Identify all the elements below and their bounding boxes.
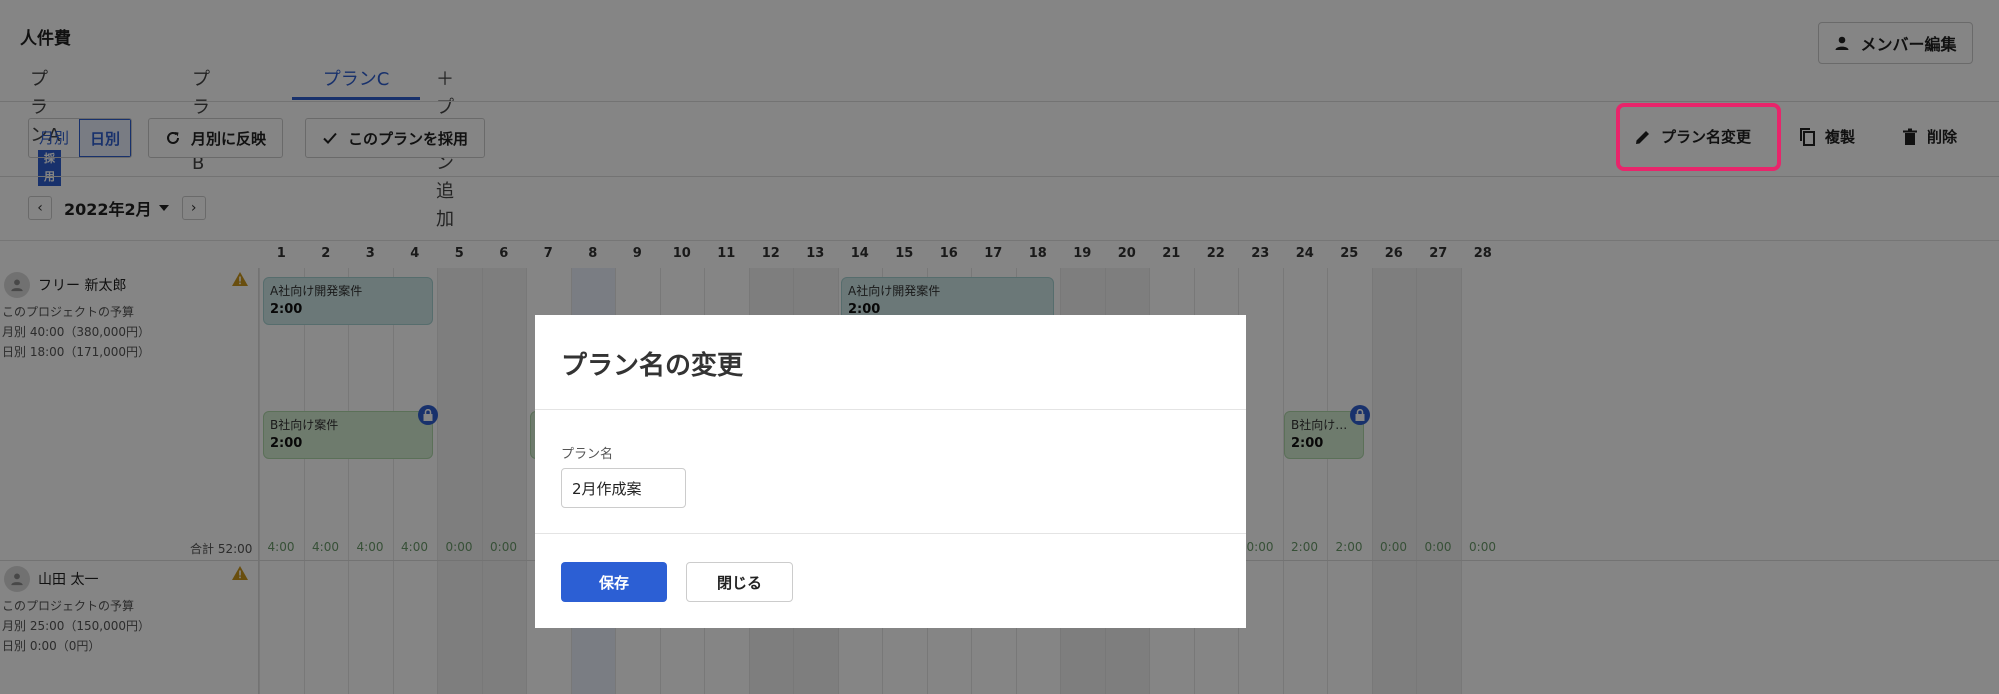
rename-plan-dialog: プラン名の変更 プラン名 保存 閉じる [535,315,1246,628]
dialog-divider [535,409,1246,410]
dialog-title: プラン名の変更 [561,351,744,381]
dialog-divider [535,533,1246,534]
plan-name-label: プラン名 [561,447,614,462]
close-button[interactable]: 閉じる [686,562,793,602]
plan-name-input[interactable] [561,468,686,508]
save-button[interactable]: 保存 [561,562,667,602]
